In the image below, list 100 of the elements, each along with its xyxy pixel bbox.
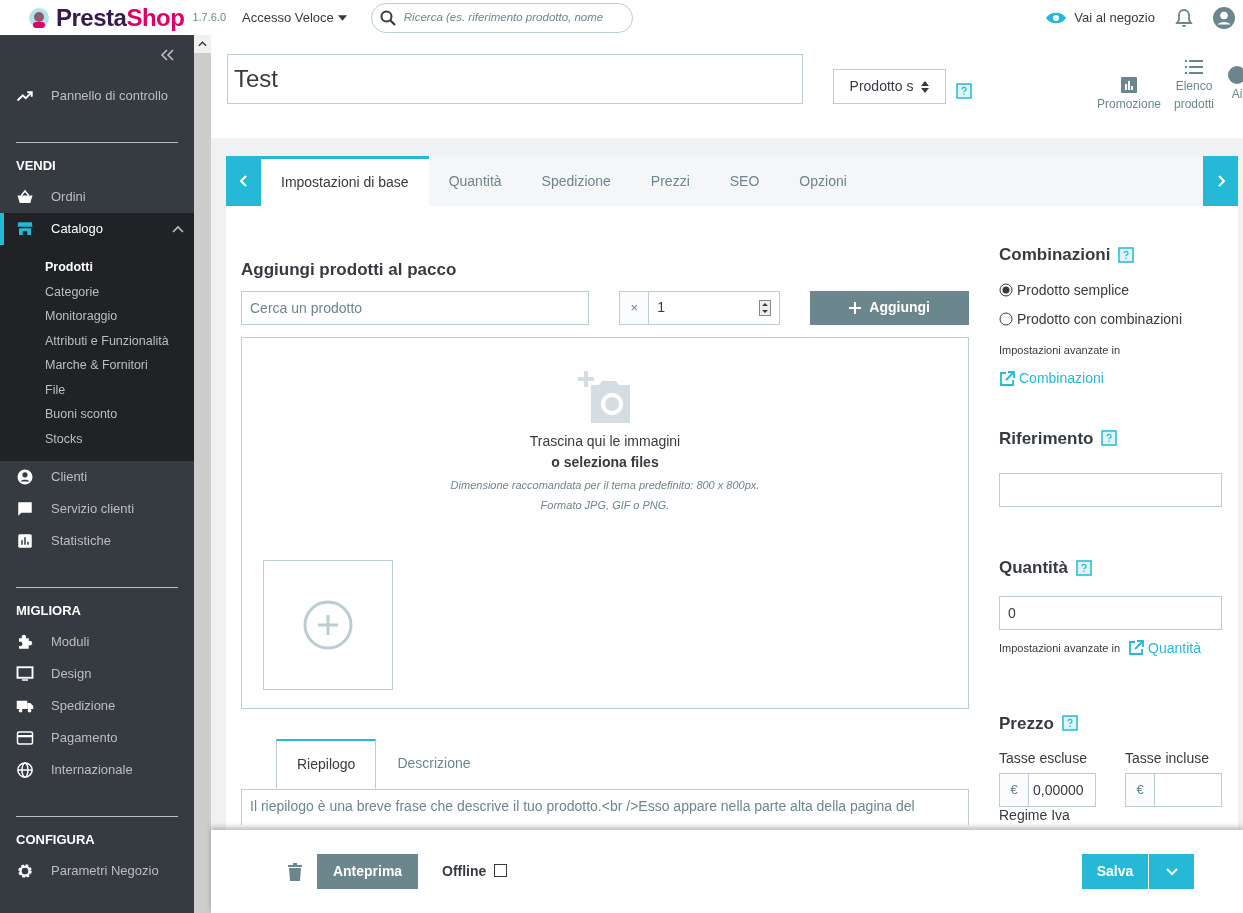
eye-icon [1046, 10, 1067, 25]
sidebar-item[interactable]: Pannello di controllo [0, 80, 194, 112]
globe-icon [16, 761, 34, 779]
submenu-item[interactable]: Attributi e Funzionalità [0, 328, 194, 353]
chevron-left-icon [239, 175, 248, 187]
sidebar-item[interactable]: Clienti [0, 461, 194, 493]
submenu-item[interactable]: Monitoraggio [0, 304, 194, 329]
dropzone-text: Trascina qui le immagini [529, 431, 681, 451]
search-icon [379, 9, 396, 26]
summary-editor[interactable]: Il riepilogo è una breve frase che descrive il tuo prodotto.<br />Esso appare nella parte alta della pagina del [241, 788, 969, 825]
section-heading: Aggiungi prodotti al pacco [241, 259, 458, 281]
card-icon [16, 729, 34, 747]
product-type-select[interactable]: Prodotto s [833, 69, 946, 104]
spinner-icon[interactable] [759, 299, 772, 316]
caret-icon [337, 14, 347, 21]
store-link[interactable]: Vai al negozio [1046, 7, 1155, 28]
toolbar-button[interactable]: Ai [1227, 57, 1243, 103]
product-name-field[interactable]: Test [227, 54, 803, 104]
submenu-item[interactable]: Categorie [0, 279, 194, 304]
section-title: VENDI [16, 157, 57, 175]
section-heading: Combinazioni [999, 244, 1111, 266]
radio-label[interactable]: Prodotto con combinazioni [1017, 308, 1182, 330]
toolbar-button[interactable]: Promozione [1096, 57, 1161, 113]
toolbar-button[interactable]: Elenco prodotti [1169, 57, 1219, 113]
chart-icon [1119, 75, 1139, 95]
search-field[interactable]: Ricerca (es. riferimento prodotto, nome [403, 8, 624, 27]
add-image-tile[interactable] [263, 559, 393, 690]
section-title: CONFIGURA [16, 831, 96, 849]
sidebar-item[interactable]: Internazionale [0, 754, 194, 786]
puzzle-icon [16, 633, 34, 651]
submenu-item[interactable]: Prodotti [0, 255, 194, 280]
preview-button[interactable]: Anteprima [317, 854, 418, 889]
quantity-field[interactable]: 1 [649, 290, 781, 325]
tab[interactable]: Descrizione [376, 738, 492, 789]
section-heading: Quantità [999, 557, 1068, 579]
tab[interactable]: Riepilogo [276, 738, 377, 789]
add-button[interactable]: Aggiungi [810, 290, 969, 325]
section-heading: Prezzo [999, 712, 1054, 735]
tab[interactable]: Prezzi [630, 156, 710, 206]
sidebar-item[interactable]: Statistiche [0, 525, 194, 557]
help-icon[interactable] [1118, 246, 1135, 263]
section-title: MIGLIORA [16, 602, 82, 620]
submenu-item[interactable]: File [0, 377, 194, 402]
helper-text: Impostazioni avanzate in [999, 342, 1122, 358]
sidebar-item[interactable]: Parametri Negozio [0, 855, 194, 887]
quantity-prefix: × [619, 290, 650, 325]
hint-text: Dimensione raccomandata per il tema predefinito: 800 x 800px. [450, 477, 760, 493]
offline-label: Offline [442, 862, 487, 881]
basket-icon [16, 188, 34, 206]
quick-access-menu[interactable]: Accesso Veloce [242, 7, 347, 28]
submenu-item[interactable]: Stocks [0, 426, 194, 451]
store-icon [16, 220, 34, 238]
select-files-link[interactable]: o seleziona files [551, 451, 659, 473]
trash-icon[interactable] [288, 862, 302, 881]
submenu-item[interactable]: Marche & Fornitori [0, 353, 194, 378]
scroll-up-button[interactable] [194, 35, 211, 53]
external-link-icon [1128, 640, 1145, 656]
radio-button[interactable] [999, 312, 1013, 326]
account-icon[interactable] [1213, 6, 1235, 29]
sidebar-item[interactable]: Moduli [0, 626, 194, 658]
help-icon[interactable] [1075, 559, 1092, 576]
sidebar-item[interactable]: Servizio clienti [0, 493, 194, 525]
chevron-right-icon [1216, 175, 1225, 187]
logo-text: PrestaShop [56, 5, 185, 30]
radio-button[interactable] [999, 283, 1013, 297]
gear-icon [16, 862, 34, 880]
chevron-down-icon [1165, 867, 1178, 876]
tab[interactable]: Spedizione [521, 156, 631, 206]
chart-icon [16, 532, 34, 550]
offline-checkbox[interactable] [494, 864, 508, 877]
field-label: Tasse incluse [1125, 749, 1211, 768]
chat-icon [16, 500, 34, 518]
help-icon[interactable] [1101, 430, 1118, 447]
sidebar-item[interactable]: Design [0, 658, 194, 690]
hint-text: Formato JPG, GIF o PNG. [540, 498, 670, 513]
tab[interactable]: Quantità [428, 156, 522, 206]
help-icon[interactable] [956, 83, 972, 99]
notifications-icon[interactable] [1175, 7, 1193, 28]
sort-icon [921, 80, 930, 93]
sidebar-item[interactable]: Ordini [0, 181, 194, 213]
quantity-input[interactable]: 0 [999, 595, 1222, 630]
field-label: Regime Iva [999, 807, 1071, 823]
product-search-field[interactable]: Cerca un prodotto [241, 290, 590, 325]
sidebar-item[interactable]: Pagamento [0, 722, 194, 754]
tab[interactable]: Opzioni [779, 156, 867, 206]
image-dropzone[interactable]: Trascina qui le immagini o seleziona files Dimensione raccomandata per il tema predefinito: 800 x 800px. Formato JPG, GIF o PNG. [241, 336, 969, 709]
save-options-button[interactable] [1149, 854, 1194, 889]
tab[interactable]: SEO [709, 156, 780, 206]
sidebar-item[interactable]: Catalogo [0, 213, 194, 245]
list-icon [1184, 57, 1204, 77]
help-icon[interactable] [1061, 715, 1078, 732]
tab[interactable]: Impostazioni di base [261, 156, 429, 206]
collapse-icon[interactable] [160, 49, 174, 61]
sidebar-item[interactable]: Spedizione [0, 690, 194, 722]
submenu-item[interactable]: Buoni sconto [0, 402, 194, 427]
monitor-icon [16, 665, 34, 683]
user-icon [16, 468, 34, 486]
reference-field[interactable] [999, 473, 1222, 507]
radio-label[interactable]: Prodotto semplice [1017, 279, 1130, 301]
version-text: 1.7.6.0 [192, 10, 227, 26]
